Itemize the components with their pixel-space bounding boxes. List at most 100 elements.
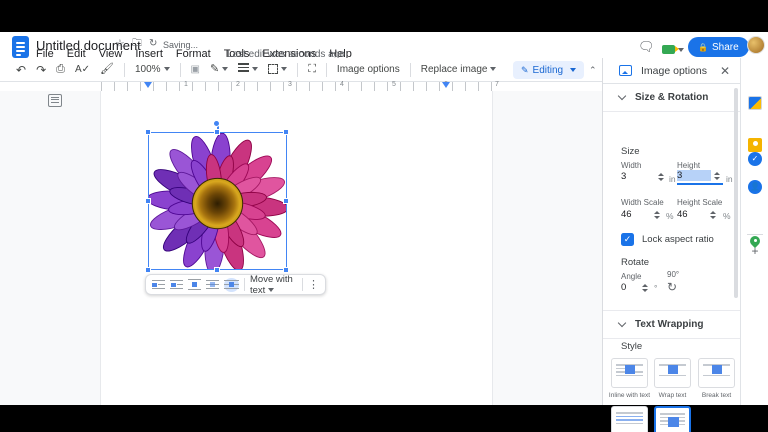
ruler-number: 3 bbox=[288, 81, 292, 88]
lock-aspect-label: Lock aspect ratio bbox=[642, 234, 714, 245]
behind-text-icon[interactable] bbox=[206, 279, 219, 291]
contacts-icon[interactable]: 👤 bbox=[748, 180, 762, 194]
ruler-number: 2 bbox=[236, 81, 240, 88]
panel-scrollbar[interactable] bbox=[734, 88, 738, 298]
move-with-text-select[interactable]: Move with text bbox=[250, 274, 297, 296]
rotate-label: Rotate bbox=[621, 257, 649, 268]
document-canvas: Move with text ⋮ G ⇩ bbox=[0, 91, 602, 405]
zoom-select[interactable]: 100% bbox=[135, 64, 170, 75]
width-value: 3 bbox=[621, 171, 627, 182]
panel-header: Image options ✕ bbox=[603, 58, 740, 84]
style-card-inline-with-text[interactable] bbox=[611, 358, 648, 388]
tasks-icon[interactable]: ✓ bbox=[748, 152, 762, 166]
width-scale-unit: % bbox=[666, 211, 674, 221]
crop-icon[interactable]: ⛶ bbox=[308, 64, 316, 75]
width-label: Width bbox=[621, 161, 642, 170]
width-unit: in bbox=[669, 174, 676, 184]
close-panel-icon[interactable]: ✕ bbox=[720, 64, 730, 78]
docs-logo-icon[interactable] bbox=[12, 36, 29, 58]
calendar-icon[interactable] bbox=[748, 96, 762, 110]
style-card-break-text[interactable] bbox=[698, 358, 735, 388]
size-label: Size bbox=[621, 146, 640, 157]
section-size-rotation[interactable]: Size & Rotation bbox=[603, 84, 740, 112]
height-value: 3 bbox=[677, 170, 711, 181]
width-scale-field[interactable]: 46 bbox=[621, 209, 663, 220]
share-button[interactable]: 🔒 Share bbox=[688, 37, 749, 57]
width-scale-value: 46 bbox=[621, 209, 632, 220]
image-selection-box[interactable] bbox=[148, 132, 287, 270]
style-card-behind-text[interactable] bbox=[611, 406, 648, 432]
horizontal-ruler[interactable]: 1 2 3 4 5 6 7 bbox=[0, 81, 602, 91]
image-options-panel: Image options ✕ Size & Rotation Size Wid… bbox=[602, 58, 740, 432]
resize-handle-s[interactable] bbox=[214, 267, 220, 273]
screenshot-stage: Untitled document ☆ 🗀 ↻ Saving... File E… bbox=[0, 0, 768, 432]
checkbox-checked-icon[interactable]: ✓ bbox=[621, 233, 634, 246]
height-scale-field[interactable]: 46 bbox=[677, 209, 719, 220]
width-scale-label: Width Scale bbox=[621, 198, 664, 207]
height-scale-stepper[interactable] bbox=[710, 210, 716, 219]
height-scale-value: 46 bbox=[677, 209, 688, 220]
wrap-text-icon[interactable] bbox=[170, 279, 183, 291]
account-avatar[interactable] bbox=[747, 36, 765, 54]
height-field[interactable]: 3 bbox=[677, 170, 723, 185]
ruler-number: 5 bbox=[392, 81, 396, 88]
resize-handle-sw[interactable] bbox=[145, 267, 151, 273]
rotate-90-icon[interactable]: ↻ bbox=[667, 280, 677, 294]
angle-value: 0 bbox=[621, 282, 627, 293]
height-stepper[interactable] bbox=[714, 171, 720, 180]
height-scale-unit: % bbox=[723, 211, 731, 221]
rotate-90-label: 90° bbox=[667, 270, 680, 279]
resize-handle-w[interactable] bbox=[145, 198, 151, 204]
resize-handle-ne[interactable] bbox=[283, 129, 289, 135]
width-field[interactable]: 3 bbox=[621, 171, 667, 182]
left-margin-marker[interactable] bbox=[144, 82, 152, 88]
size-rotation-label: Size & Rotation bbox=[635, 92, 709, 103]
redo-icon[interactable]: ↷ bbox=[36, 64, 46, 76]
right-margin-marker[interactable] bbox=[442, 82, 450, 88]
style-label: Style bbox=[621, 341, 643, 352]
angle-stepper[interactable] bbox=[642, 283, 648, 292]
image-options-button[interactable]: Image options bbox=[337, 64, 400, 75]
meet-icon[interactable] bbox=[662, 41, 684, 59]
height-label: Height bbox=[677, 161, 701, 170]
style-card-in-front-of-text[interactable] bbox=[654, 406, 691, 432]
move-with-text-label: Move with text bbox=[250, 273, 293, 296]
print-icon[interactable]: ⎙ bbox=[56, 64, 65, 75]
resize-handle-e[interactable] bbox=[283, 198, 289, 204]
resize-handle-nw[interactable] bbox=[145, 129, 151, 135]
width-scale-stepper[interactable] bbox=[654, 210, 660, 219]
line-weight-icon[interactable] bbox=[238, 61, 259, 79]
chevron-down-icon bbox=[617, 91, 627, 101]
editing-mode-button[interactable]: ✎ Editing bbox=[513, 61, 585, 79]
keep-icon[interactable] bbox=[748, 138, 762, 152]
resize-handle-n[interactable] bbox=[214, 129, 220, 135]
editing-label: Editing bbox=[532, 64, 564, 76]
ruler-number: 4 bbox=[340, 81, 344, 88]
style-card-wrap-text[interactable] bbox=[654, 358, 691, 388]
break-text-icon[interactable] bbox=[188, 278, 201, 291]
border-dash-icon[interactable] bbox=[268, 61, 288, 79]
resize-handle-se[interactable] bbox=[283, 267, 289, 273]
ruler-number: 7 bbox=[495, 81, 499, 88]
border-color-icon[interactable]: ✎ bbox=[210, 64, 229, 75]
in-front-of-text-icon[interactable] bbox=[224, 277, 239, 292]
section-text-wrapping[interactable]: Text Wrapping bbox=[603, 311, 740, 339]
height-scale-label: Height Scale bbox=[677, 198, 723, 207]
side-apps-strip: ✓ 👤 + bbox=[740, 58, 768, 405]
replace-image-button[interactable]: Replace image bbox=[421, 64, 497, 75]
undo-icon[interactable]: ↶ bbox=[16, 64, 26, 76]
chevron-down-icon bbox=[617, 318, 627, 328]
hide-menus-icon[interactable]: ⌃ bbox=[589, 65, 597, 76]
comment-history-icon[interactable]: 🗨 bbox=[638, 40, 655, 53]
angle-field[interactable]: 0 bbox=[621, 282, 651, 293]
document-outline-icon[interactable] bbox=[48, 94, 62, 107]
lock-aspect-row[interactable]: ✓ Lock aspect ratio bbox=[621, 233, 714, 246]
spellcheck-icon[interactable]: A✓ bbox=[75, 64, 90, 75]
wrap-inline-icon[interactable] bbox=[152, 279, 165, 291]
rotation-handle[interactable] bbox=[213, 120, 220, 127]
pencil-icon: ✎ bbox=[521, 64, 529, 75]
width-stepper[interactable] bbox=[658, 172, 664, 181]
paint-format-icon[interactable]: 🖌 bbox=[100, 64, 114, 75]
more-options-icon[interactable]: ⋮ bbox=[308, 278, 319, 291]
add-addon-icon[interactable]: + bbox=[741, 244, 768, 258]
